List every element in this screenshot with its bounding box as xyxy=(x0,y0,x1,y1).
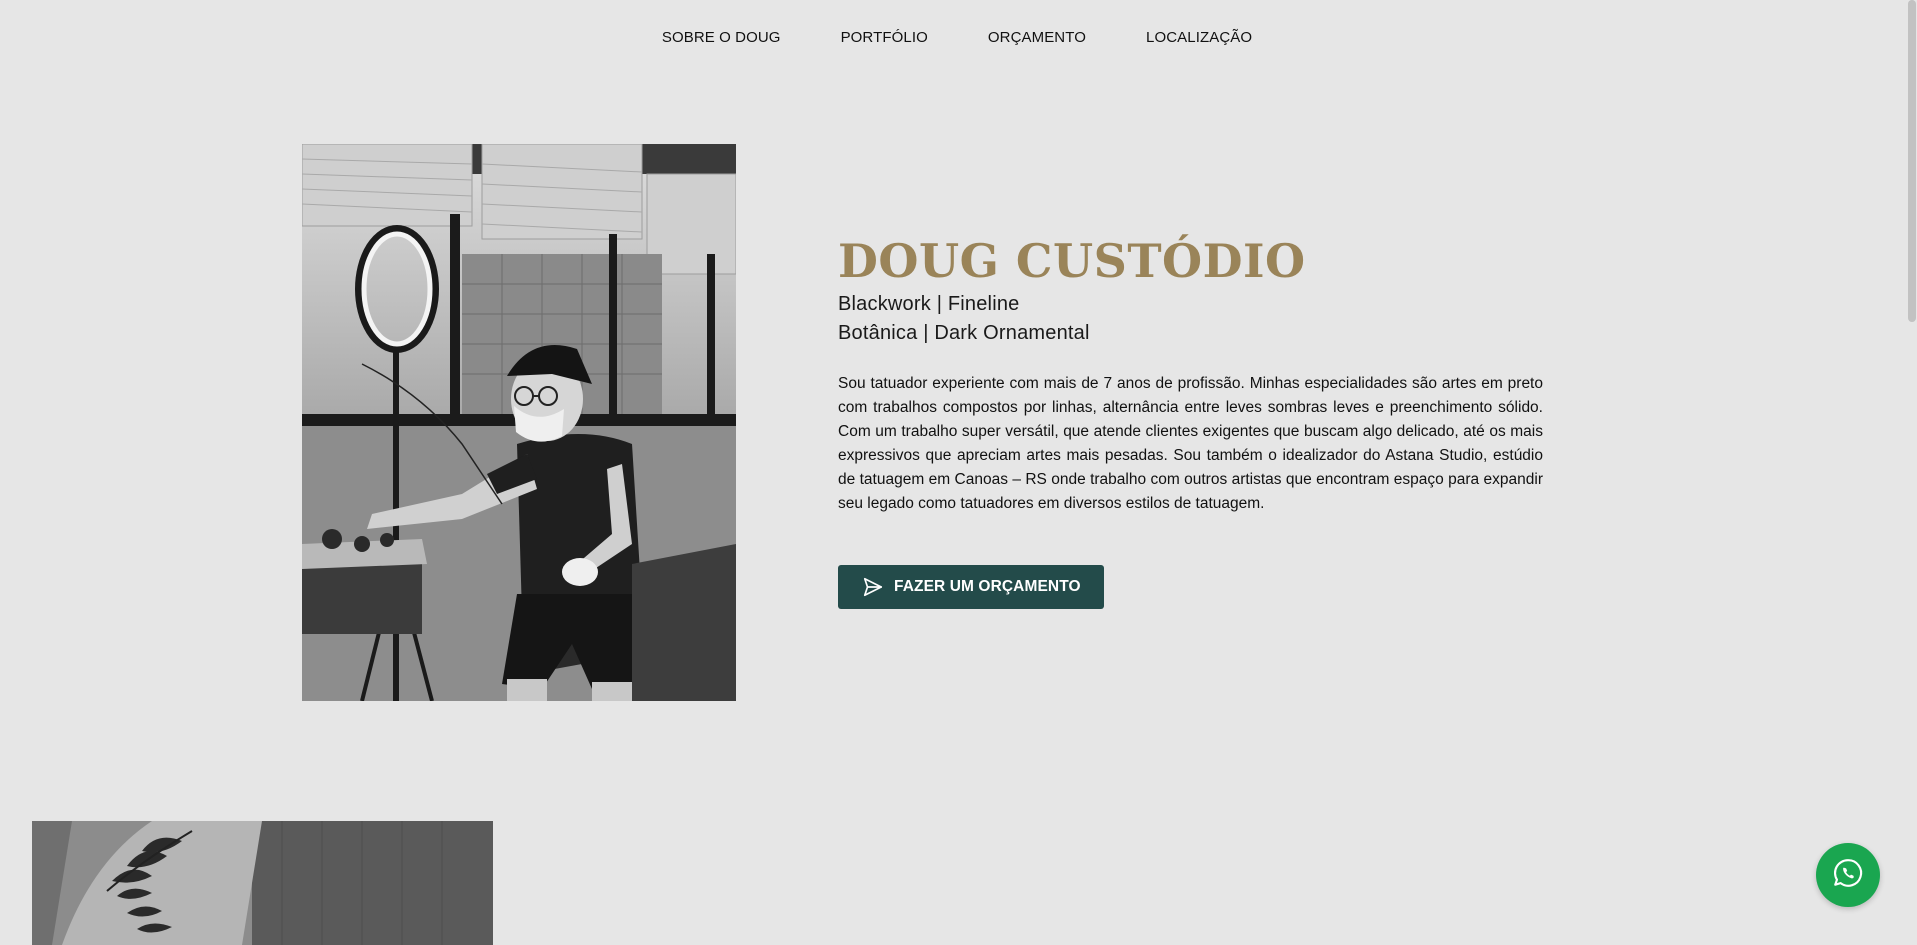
artist-name: DOUG CUSTÓDIO xyxy=(838,234,1306,288)
scrollbar-track[interactable] xyxy=(1907,0,1917,945)
about-section: DOUG CUSTÓDIO Blackwork | Fineline Botân… xyxy=(838,232,1543,609)
top-navigation: SOBRE O DOUG PORTFÓLIO ORÇAMENTO LOCALIZ… xyxy=(0,0,1917,74)
whatsapp-icon xyxy=(1831,856,1865,895)
whatsapp-button[interactable] xyxy=(1816,843,1880,907)
nav-links: SOBRE O DOUG PORTFÓLIO ORÇAMENTO LOCALIZ… xyxy=(632,29,1282,46)
request-quote-button[interactable]: FAZER UM ORÇAMENTO xyxy=(838,564,1104,609)
portfolio-image[interactable] xyxy=(32,821,493,945)
nav-link-orcamento[interactable]: ORÇAMENTO xyxy=(958,29,1116,46)
artist-photo xyxy=(302,144,736,701)
artist-bio: Sou tatuador experiente com mais de 7 an… xyxy=(838,375,1543,512)
nav-link-portfolio[interactable]: PORTFÓLIO xyxy=(811,29,958,46)
send-icon xyxy=(862,576,884,598)
request-quote-label: FAZER UM ORÇAMENTO xyxy=(894,577,1081,595)
nav-link-sobre[interactable]: SOBRE O DOUG xyxy=(632,29,811,46)
scrollbar-thumb[interactable] xyxy=(1908,0,1916,322)
styles-line-2: Botânica | Dark Ornamental xyxy=(838,322,1090,344)
tattoo-illustration xyxy=(32,821,493,945)
nav-link-localizacao[interactable]: LOCALIZAÇÃO xyxy=(1116,29,1282,46)
artist-photo-illustration xyxy=(302,144,736,701)
styles-line-1: Blackwork | Fineline xyxy=(838,293,1020,315)
